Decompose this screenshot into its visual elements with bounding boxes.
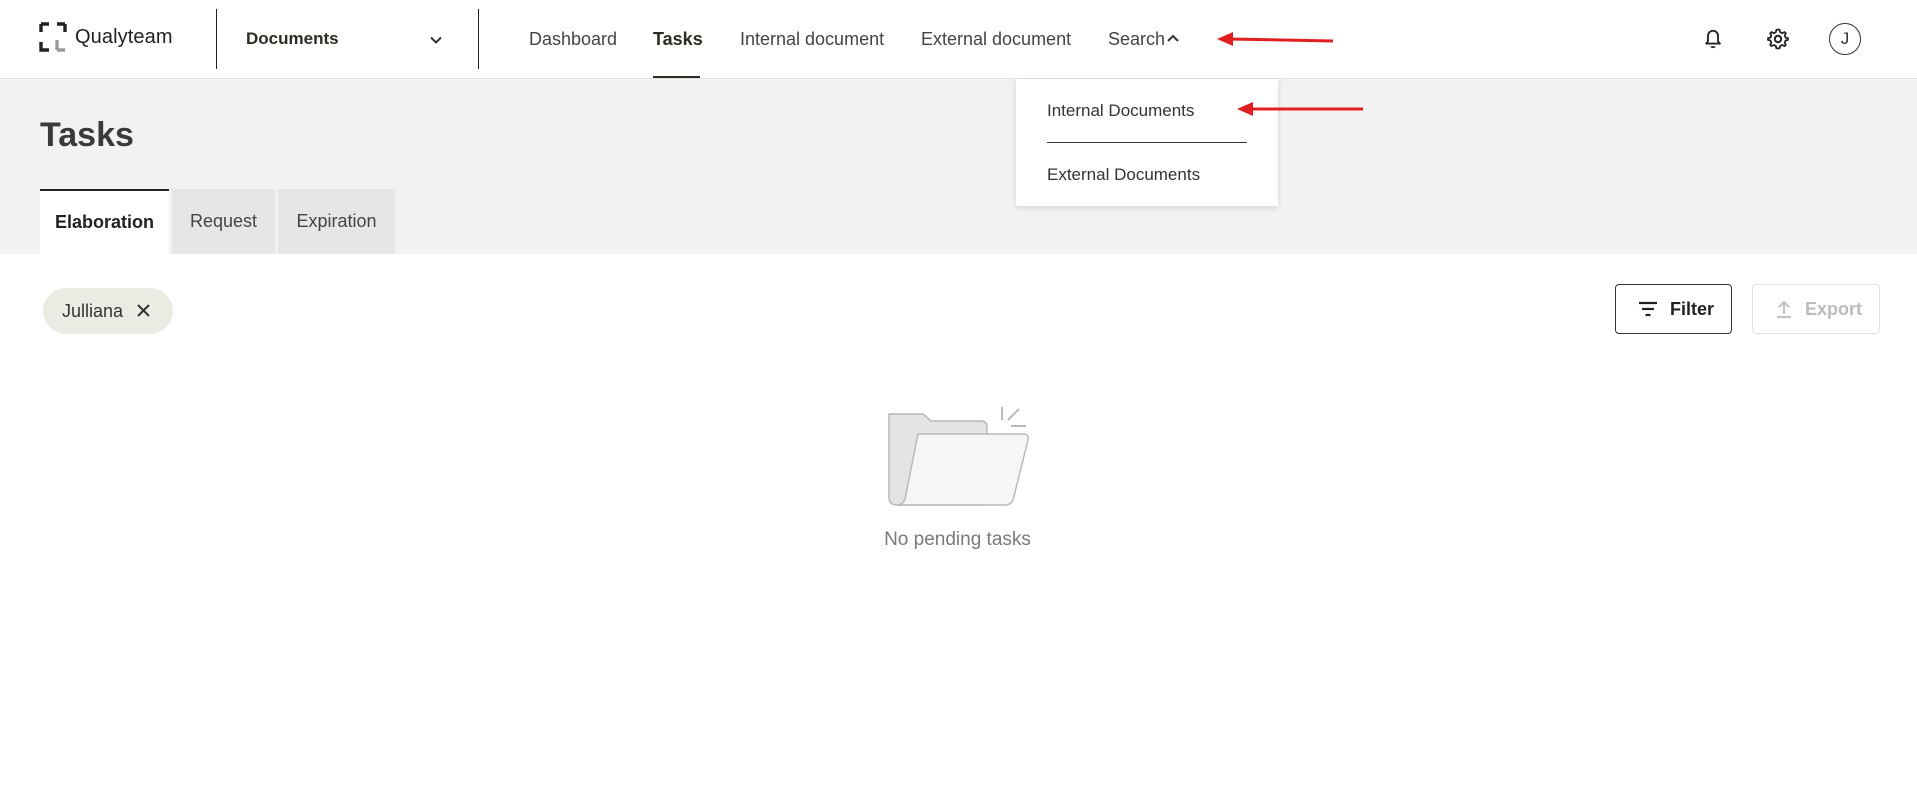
nav-dashboard[interactable]: Dashboard: [529, 29, 617, 50]
nav-search[interactable]: Search: [1108, 29, 1165, 50]
tab-request[interactable]: Request: [172, 189, 275, 254]
nav-internal-document[interactable]: Internal document: [740, 29, 884, 50]
user-avatar[interactable]: J: [1829, 23, 1861, 55]
header-divider: [478, 9, 479, 69]
menu-divider: [1047, 142, 1247, 143]
module-selector-label[interactable]: Documents: [246, 29, 339, 49]
tab-expiration[interactable]: Expiration: [278, 189, 395, 254]
filter-chip-label: Julliana: [62, 300, 124, 321]
bell-icon[interactable]: [1696, 22, 1730, 56]
qualyteam-logo-icon: [39, 22, 67, 52]
filter-button-label: Filter: [1670, 298, 1715, 319]
page-header: Tasks Elaboration Request Expiration: [0, 80, 1917, 254]
top-navigation-bar: Qualyteam Documents Dashboard Tasks Inte…: [0, 0, 1917, 79]
filter-icon: [1639, 301, 1657, 317]
annotation-arrow-icon: [1217, 32, 1334, 46]
nav-tasks[interactable]: Tasks: [653, 29, 703, 50]
upload-icon: [1777, 300, 1791, 319]
tab-elaboration[interactable]: Elaboration: [40, 189, 169, 254]
header-divider: [216, 9, 217, 69]
page-title: Tasks: [40, 116, 134, 154]
brand-logo[interactable]: Qualyteam: [39, 22, 173, 52]
chevron-down-icon[interactable]: [426, 30, 446, 50]
brand-name: Qualyteam: [75, 25, 173, 48]
menu-item-internal-documents[interactable]: Internal Documents: [1047, 101, 1194, 121]
gear-icon[interactable]: [1761, 22, 1795, 56]
export-button[interactable]: Export: [1752, 284, 1880, 334]
annotation-arrow-icon: [1237, 102, 1363, 116]
active-nav-indicator: [653, 76, 700, 78]
filter-chip: Julliana: [43, 288, 173, 334]
export-button-label: Export: [1805, 298, 1863, 319]
filter-button[interactable]: Filter: [1615, 284, 1732, 334]
empty-state-text: No pending tasks: [884, 529, 1031, 550]
nav-external-document[interactable]: External document: [921, 29, 1071, 50]
menu-item-external-documents[interactable]: External Documents: [1047, 165, 1200, 185]
empty-folder-icon: [888, 407, 1029, 506]
empty-state-message: No pending tasks: [0, 529, 1917, 551]
close-icon[interactable]: [135, 302, 152, 319]
chevron-up-icon[interactable]: [1165, 31, 1181, 47]
